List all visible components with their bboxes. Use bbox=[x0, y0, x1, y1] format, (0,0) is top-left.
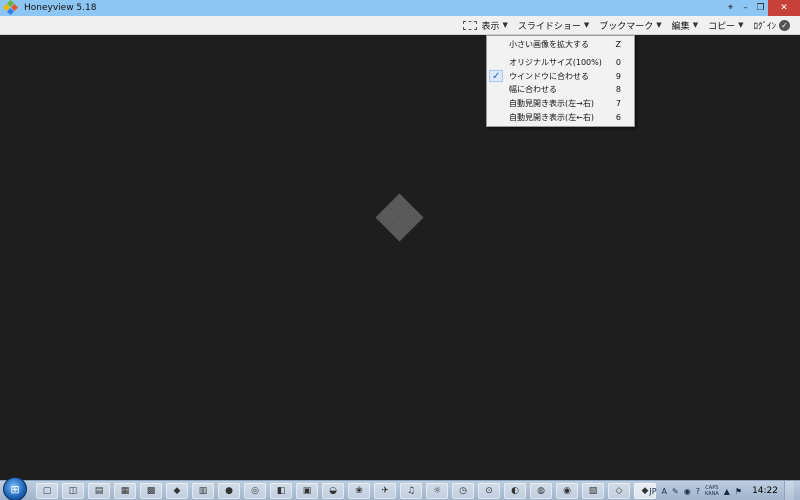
show-hidden-icons-icon[interactable]: ▲ bbox=[724, 487, 730, 496]
taskbar-app-button[interactable]: ▣ bbox=[296, 483, 318, 499]
menu-item-label: 自動見開き表示(左←右) bbox=[509, 112, 594, 122]
taskbar-app-button[interactable]: ♫ bbox=[400, 483, 422, 499]
taskbar-app-button[interactable]: ◇ bbox=[608, 483, 630, 499]
ime-pad-icon[interactable]: ✎ bbox=[672, 487, 679, 496]
menu-slideshow-label: スライドショー bbox=[517, 21, 581, 32]
menu-item-label: 幅に合わせる bbox=[509, 85, 557, 95]
taskbar-app-button[interactable]: ▤ bbox=[88, 483, 110, 499]
menu-item-label: オリジナルサイズ(100%) bbox=[509, 58, 602, 68]
menu-item-auto-spread-ltr[interactable]: 自動見開き表示(左→右) 7 bbox=[487, 97, 634, 111]
taskbar: ⊞ ▢ ◫ ▤ ▦ ▩ ◆ ▥ ● ◎ ◧ ▣ ◒ ❀ ✈ ♫ ☼ ◷ ⊙ ◐ ◍ ◉ ▧ ◇ ◆ JP A ✎ ◉ ? CA… bbox=[0, 477, 800, 500]
chevron-down-icon: ▼ bbox=[583, 21, 590, 29]
chevron-down-icon: ▼ bbox=[738, 21, 744, 29]
taskbar-app-button[interactable]: ▥ bbox=[192, 483, 214, 499]
menu-slideshow[interactable]: スライドショー ▼ bbox=[518, 19, 589, 32]
taskbar-app-button[interactable]: ▦ bbox=[114, 483, 136, 499]
menu-bookmark-label: ブックマーク bbox=[599, 21, 654, 32]
taskbar-app-button[interactable]: ◍ bbox=[530, 483, 552, 499]
taskbar-app-button[interactable]: ◫ bbox=[62, 483, 84, 499]
minimize-button[interactable]: – bbox=[738, 0, 753, 16]
windows-logo-icon: ⊞ bbox=[10, 482, 20, 496]
view-frame-icon bbox=[463, 20, 478, 30]
shortcut-key: 9 bbox=[615, 71, 621, 81]
shortcut-key: 7 bbox=[615, 99, 621, 109]
taskbar-app-button[interactable]: ● bbox=[218, 483, 240, 499]
taskbar-app-button[interactable]: ▢ bbox=[36, 483, 58, 499]
menu-item-label: ウインドウに合わせる bbox=[509, 71, 589, 81]
system-tray: JP A ✎ ◉ ? CAPS KANA ▲ ⚑ 14:22 bbox=[649, 481, 800, 500]
menu-toolbar: 表示 ▼ スライドショー ▼ ブックマーク ▼ 編集 ▼ コピー ▼ ﾛｸﾞｲﾝ… bbox=[0, 16, 800, 35]
shortcut-key: Z bbox=[615, 40, 621, 50]
taskbar-app-button[interactable]: ◐ bbox=[504, 483, 526, 499]
taskbar-app-button[interactable]: ◉ bbox=[556, 483, 578, 499]
action-center-flag-icon[interactable]: ⚑ bbox=[735, 487, 742, 496]
taskbar-app-button[interactable]: ✈ bbox=[374, 483, 396, 499]
menu-bookmark[interactable]: ブックマーク ▼ bbox=[599, 19, 661, 32]
chevron-down-icon: ▼ bbox=[692, 21, 699, 29]
menu-login-label: ﾛｸﾞｲﾝ bbox=[753, 21, 776, 32]
ime-help-icon[interactable]: ? bbox=[696, 487, 700, 496]
view-dropdown-menu: 小さい画像を拡大する Z オリジナルサイズ(100%) 0 ✓ ウインドウに合わ… bbox=[486, 35, 635, 127]
kana-label: KANA bbox=[704, 491, 719, 497]
shortcut-key: 0 bbox=[615, 58, 621, 68]
honeyview-app-icon[interactable] bbox=[2, 0, 19, 16]
menu-view-label: 表示 bbox=[481, 21, 500, 32]
menu-view[interactable]: 表示 ▼ bbox=[463, 19, 508, 32]
taskbar-app-button[interactable]: ◧ bbox=[270, 483, 292, 499]
menu-item-enlarge-small[interactable]: 小さい画像を拡大する Z bbox=[487, 38, 634, 52]
menu-copy-label: コピー bbox=[708, 21, 736, 32]
close-button[interactable]: ✕ bbox=[768, 0, 800, 16]
pin-icon[interactable]: ⌖ bbox=[723, 0, 738, 16]
menu-item-fit-window[interactable]: ✓ ウインドウに合わせる 9 bbox=[487, 69, 634, 83]
caps-kana-indicator: CAPS KANA bbox=[705, 485, 719, 497]
show-desktop-button[interactable] bbox=[784, 481, 794, 500]
menu-item-label: 小さい画像を拡大する bbox=[509, 40, 589, 50]
shortcut-key: 6 bbox=[615, 112, 621, 122]
window-title: Honeyview 5.18 bbox=[24, 3, 97, 13]
menu-edit[interactable]: 編集 ▼ bbox=[672, 19, 698, 32]
ime-mode-indicator[interactable]: A bbox=[662, 487, 667, 496]
chevron-down-icon: ▼ bbox=[502, 21, 508, 29]
menu-login[interactable]: ﾛｸﾞｲﾝ ✓ bbox=[753, 19, 790, 32]
start-button[interactable]: ⊞ bbox=[3, 477, 27, 500]
restore-button[interactable]: ❐ bbox=[753, 0, 768, 16]
taskbar-app-button[interactable]: ▧ bbox=[582, 483, 604, 499]
menu-copy[interactable]: コピー ▼ bbox=[708, 19, 743, 32]
taskbar-app-button[interactable]: ◷ bbox=[452, 483, 474, 499]
menu-item-original-size[interactable]: オリジナルサイズ(100%) 0 bbox=[487, 56, 634, 70]
taskbar-app-button[interactable]: ⊙ bbox=[478, 483, 500, 499]
menu-item-label: 自動見開き表示(左→右) bbox=[509, 99, 594, 109]
taskbar-apps: ▢ ◫ ▤ ▦ ▩ ◆ ▥ ● ◎ ◧ ▣ ◒ ❀ ✈ ♫ ☼ ◷ ⊙ ◐ ◍ ◉ ▧ ◇ ◆ bbox=[36, 483, 656, 499]
taskbar-app-button[interactable]: ◎ bbox=[244, 483, 266, 499]
menu-item-auto-spread-rtl[interactable]: 自動見開き表示(左←右) 6 bbox=[487, 110, 634, 124]
ime-tools-icon[interactable]: ◉ bbox=[684, 487, 691, 496]
window-controls: ⌖ – ❐ ✕ bbox=[723, 0, 800, 16]
clock[interactable]: 14:22 bbox=[752, 486, 778, 496]
honeyview-logo-icon bbox=[371, 193, 429, 255]
title-bar: Honeyview 5.18 ⌖ – ❐ ✕ bbox=[0, 0, 800, 16]
shortcut-key: 8 bbox=[615, 85, 621, 95]
taskbar-app-button[interactable]: ◒ bbox=[322, 483, 344, 499]
check-circle-icon: ✓ bbox=[779, 19, 790, 31]
taskbar-app-button[interactable]: ▩ bbox=[140, 483, 162, 499]
image-viewer-area[interactable] bbox=[0, 35, 800, 480]
taskbar-app-button[interactable]: ☼ bbox=[426, 483, 448, 499]
language-indicator[interactable]: JP bbox=[649, 487, 656, 496]
menu-edit-label: 編集 bbox=[671, 21, 690, 32]
checkmark-icon: ✓ bbox=[492, 70, 501, 82]
taskbar-app-button[interactable]: ◆ bbox=[166, 483, 188, 499]
taskbar-app-button[interactable]: ❀ bbox=[348, 483, 370, 499]
menu-item-fit-width[interactable]: 幅に合わせる 8 bbox=[487, 83, 634, 97]
chevron-down-icon: ▼ bbox=[656, 21, 662, 29]
